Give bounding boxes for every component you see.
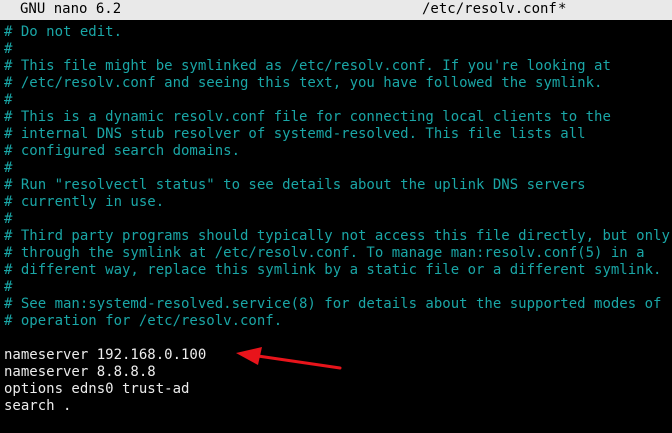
nano-title-bar: GNU nano 6.2 /etc/resolv.conf * <box>0 0 672 20</box>
editor-version-label: GNU nano 6.2 <box>20 1 122 17</box>
comment-line[interactable]: # different way, replace this symlink by… <box>4 262 670 279</box>
comment-line[interactable]: # internal DNS stub resolver of systemd-… <box>4 126 670 143</box>
comment-line[interactable]: # operation for /etc/resolv.conf. <box>4 313 670 330</box>
comment-line[interactable]: # Do not edit. <box>4 24 670 41</box>
comment-line[interactable]: # Third party programs should typically … <box>4 228 670 245</box>
modified-indicator: * <box>558 1 567 17</box>
comment-line[interactable]: # This file might be symlinked as /etc/r… <box>4 58 670 75</box>
text-editing-area[interactable]: # Do not edit. # # This file might be sy… <box>4 24 670 424</box>
comment-line[interactable]: # currently in use. <box>4 194 670 211</box>
comment-line[interactable]: # through the symlink at /etc/resolv.con… <box>4 245 670 262</box>
comment-line[interactable]: # <box>4 160 670 177</box>
comment-line[interactable]: # /etc/resolv.conf and seeing this text,… <box>4 75 670 92</box>
nameserver-line-secondary[interactable]: nameserver 8.8.8.8 <box>4 364 670 381</box>
comment-line[interactable]: # <box>4 92 670 109</box>
nameserver-line-primary[interactable]: nameserver 192.168.0.100 <box>4 347 670 364</box>
comment-line[interactable]: # Run "resolvectl status" to see details… <box>4 177 670 194</box>
blank-line[interactable] <box>4 330 670 347</box>
comment-line[interactable]: # <box>4 211 670 228</box>
terminal-window[interactable]: GNU nano 6.2 /etc/resolv.conf * # Do not… <box>0 0 672 433</box>
options-line[interactable]: options edns0 trust-ad <box>4 381 670 398</box>
comment-line[interactable]: # <box>4 279 670 296</box>
comment-line[interactable]: # See man:systemd-resolved.service(8) fo… <box>4 296 670 313</box>
search-line[interactable]: search . <box>4 398 670 415</box>
comment-line[interactable]: # configured search domains. <box>4 143 670 160</box>
comment-line[interactable]: # <box>4 41 670 58</box>
comment-line[interactable]: # This is a dynamic resolv.conf file for… <box>4 109 670 126</box>
file-path-label: /etc/resolv.conf <box>422 1 557 17</box>
